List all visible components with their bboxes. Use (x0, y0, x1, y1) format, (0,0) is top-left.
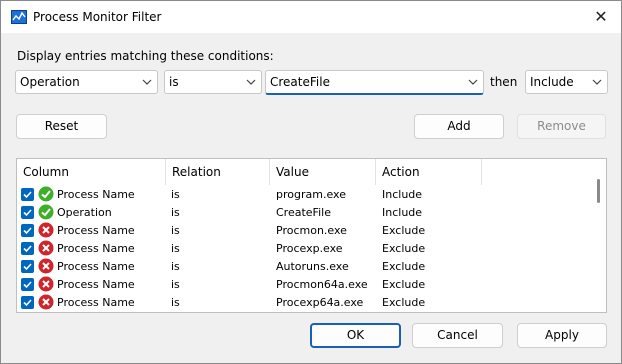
cancel-button[interactable]: Cancel (412, 323, 503, 348)
row-action-cell: Exclude (382, 242, 426, 255)
row-relation-cell: is (171, 188, 180, 201)
row-column-cell: Process Name (57, 242, 135, 255)
row-column-cell: Process Name (57, 224, 135, 237)
apply-button[interactable]: Apply (517, 323, 607, 348)
row-column-cell: Process Name (57, 278, 135, 291)
row-relation-cell: is (171, 206, 180, 219)
remove-button[interactable]: Remove (517, 114, 606, 139)
row-action-cell: Exclude (382, 278, 426, 291)
row-action-cell: Include (382, 206, 423, 219)
table-row[interactable]: Process Name is Procexp.exe Exclude (17, 240, 592, 258)
exclude-icon (38, 276, 54, 292)
include-icon (38, 204, 54, 220)
conditions-label: Display entries matching these condition… (17, 49, 274, 63)
process-monitor-filter-dialog: Process Monitor Filter ✕ Display entries… (0, 0, 622, 364)
exclude-icon (38, 258, 54, 274)
close-button[interactable]: ✕ (591, 7, 611, 27)
row-relation-cell: is (171, 260, 180, 273)
value-combobox-text: CreateFile (270, 75, 330, 89)
title-bar: Process Monitor Filter ✕ (1, 1, 621, 33)
row-relation-cell: is (171, 242, 180, 255)
column-header-relation[interactable]: Relation (166, 159, 270, 185)
row-value-cell: Procexp64a.exe (276, 296, 364, 309)
filter-list[interactable]: Column Relation Value Action Process Nam… (16, 158, 607, 313)
include-icon (38, 186, 54, 202)
row-column-cell: Operation (57, 206, 112, 219)
chevron-down-icon (142, 79, 152, 85)
exclude-icon (38, 222, 54, 238)
row-action-cell: Exclude (382, 260, 426, 273)
chevron-down-icon (246, 79, 256, 85)
row-column-cell: Process Name (57, 188, 135, 201)
row-action-cell: Exclude (382, 224, 426, 237)
row-checkbox[interactable] (21, 242, 34, 255)
row-action-cell: Include (382, 188, 423, 201)
row-action-cell: Exclude (382, 296, 426, 309)
row-value-cell: Procexp.exe (276, 242, 343, 255)
action-select[interactable]: Include (525, 70, 608, 94)
row-column-cell: Process Name (57, 260, 135, 273)
action-select-value: Include (530, 75, 574, 89)
table-row[interactable]: Process Name is Procexp64a.exe Exclude (17, 294, 592, 312)
add-button[interactable]: Add (414, 114, 504, 139)
row-value-cell: Procmon64a.exe (276, 278, 368, 291)
relation-select[interactable]: is (164, 70, 262, 94)
row-value-cell: program.exe (276, 188, 346, 201)
row-checkbox[interactable] (21, 296, 34, 309)
chevron-down-icon (468, 79, 478, 85)
row-value-cell: Procmon.exe (276, 224, 347, 237)
then-label: then (490, 75, 518, 89)
list-header: Column Relation Value Action (17, 159, 592, 185)
row-relation-cell: is (171, 224, 180, 237)
vertical-scrollbar[interactable] (592, 159, 604, 312)
row-checkbox[interactable] (21, 278, 34, 291)
row-column-cell: Process Name (57, 296, 135, 309)
process-monitor-icon (11, 10, 27, 24)
reset-button[interactable]: Reset (16, 114, 107, 139)
ok-button[interactable]: OK (310, 323, 401, 348)
column-header-action[interactable]: Action (376, 159, 482, 185)
relation-select-value: is (169, 75, 179, 89)
table-row[interactable]: Process Name is program.exe Include (17, 186, 592, 204)
row-relation-cell: is (171, 278, 180, 291)
row-value-cell: Autoruns.exe (276, 260, 349, 273)
column-header-column[interactable]: Column (17, 159, 166, 185)
row-checkbox[interactable] (21, 188, 34, 201)
table-row[interactable]: Process Name is Procmon64a.exe Exclude (17, 276, 592, 294)
value-combobox[interactable]: CreateFile (265, 70, 484, 95)
row-relation-cell: is (171, 296, 180, 309)
column-header-value[interactable]: Value (270, 159, 376, 185)
table-row[interactable]: Process Name is Procmon.exe Exclude (17, 222, 592, 240)
exclude-icon (38, 294, 54, 310)
row-checkbox[interactable] (21, 224, 34, 237)
column-select-value: Operation (20, 75, 80, 89)
row-value-cell: CreateFile (276, 206, 331, 219)
window-title: Process Monitor Filter (33, 10, 162, 24)
column-select[interactable]: Operation (15, 70, 158, 94)
table-row[interactable]: Operation is CreateFile Include (17, 204, 592, 222)
chevron-down-icon (592, 79, 602, 85)
row-checkbox[interactable] (21, 206, 34, 219)
exclude-icon (38, 240, 54, 256)
scrollbar-thumb[interactable] (597, 179, 600, 203)
table-row[interactable]: Process Name is Autoruns.exe Exclude (17, 258, 592, 276)
row-checkbox[interactable] (21, 260, 34, 273)
